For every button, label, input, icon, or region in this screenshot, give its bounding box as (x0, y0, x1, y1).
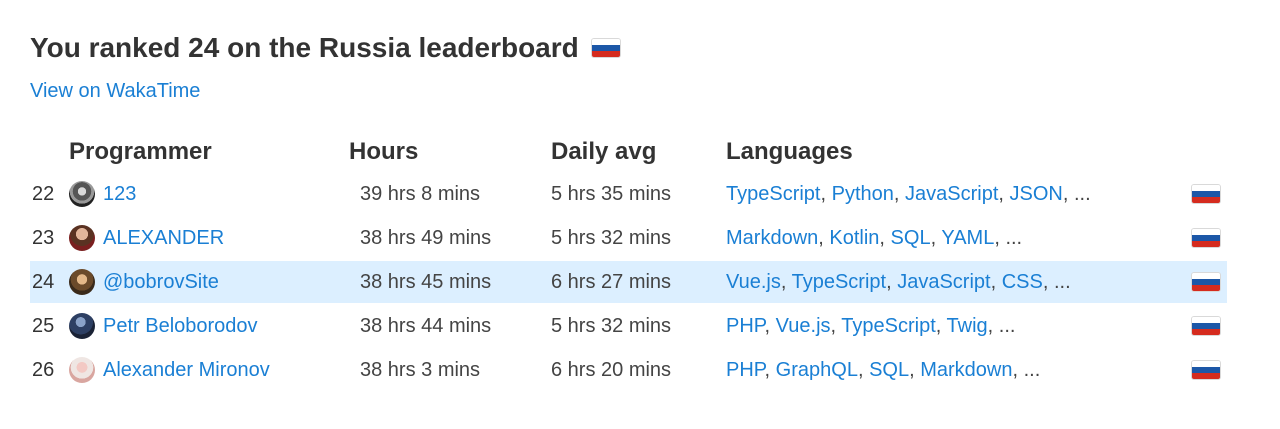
language-separator: , (830, 315, 842, 337)
user-avatar[interactable] (69, 269, 95, 295)
language-link[interactable]: JavaScript (905, 183, 998, 205)
column-header-daily-avg: Daily avg (551, 138, 657, 165)
rank-number: 22 (32, 183, 55, 205)
daily-avg-value: 6 hrs 20 mins (551, 359, 672, 381)
language-link[interactable]: TypeScript (726, 183, 820, 205)
language-separator: , (818, 227, 830, 249)
language-separator: , (857, 359, 870, 381)
language-separator: , (879, 227, 891, 249)
language-separator: , (820, 183, 832, 205)
rank-number: 24 (32, 271, 55, 293)
languages-list: PHP, GraphQL, SQL, Markdown, ... (726, 359, 1040, 382)
more-languages-ellipsis: , ... (1062, 183, 1091, 205)
programmer-name-link[interactable]: Alexander Mironov (103, 359, 270, 382)
daily-avg-value: 6 hrs 27 mins (551, 271, 672, 293)
hours-value: 38 hrs 44 mins (360, 315, 492, 337)
table-header: Programmer Hours Daily avg Languages (0, 138, 1280, 168)
programmer-name-link[interactable]: Petr Beloborodov (103, 315, 258, 338)
language-link[interactable]: Python (832, 183, 894, 205)
more-languages-ellipsis: , ... (994, 227, 1023, 249)
table-row: 26 Alexander Mironov 38 hrs 3 mins 6 hrs 20… (30, 349, 1227, 391)
russia-flag-icon (1191, 228, 1221, 248)
hours-value: 38 hrs 49 mins (360, 227, 492, 249)
rank-number: 23 (32, 227, 55, 249)
programmer-name-link[interactable]: 123 (103, 183, 136, 206)
russia-flag-icon (1191, 272, 1221, 292)
programmer-name-link[interactable]: @bobrovSite (103, 271, 219, 294)
language-link[interactable]: Twig (947, 315, 988, 337)
column-header-hours: Hours (349, 138, 419, 165)
language-separator: , (886, 271, 898, 293)
user-avatar[interactable] (69, 181, 95, 207)
languages-list: Vue.js, TypeScript, JavaScript, CSS, ... (726, 271, 1071, 294)
more-languages-ellipsis: , ... (987, 315, 1016, 337)
language-link[interactable]: TypeScript (792, 271, 886, 293)
user-avatar[interactable] (69, 357, 95, 383)
daily-avg-value: 5 hrs 32 mins (551, 315, 672, 337)
language-separator: , (780, 271, 792, 293)
page-title: You ranked 24 on the Russia leaderboard (30, 32, 621, 64)
language-separator: , (990, 271, 1002, 293)
hours-value: 38 hrs 45 mins (360, 271, 492, 293)
table-row: 23 ALEXANDER 38 hrs 49 mins 5 hrs 32 mins Ma… (30, 217, 1227, 259)
russia-flag-icon (1191, 316, 1221, 336)
language-link[interactable]: PHP (726, 315, 765, 337)
table-row-current-user: 24 @bobrovSite 38 hrs 45 mins 6 hrs 27 mins… (30, 261, 1227, 303)
language-link[interactable]: Markdown (920, 359, 1012, 381)
language-separator: , (998, 183, 1010, 205)
languages-list: TypeScript, Python, JavaScript, JSON, ..… (726, 183, 1091, 206)
languages-list: PHP, Vue.js, TypeScript, Twig, ... (726, 315, 1015, 338)
russia-flag-icon (590, 38, 621, 58)
view-on-wakatime-link[interactable]: View on WakaTime (30, 80, 200, 103)
user-avatar[interactable] (69, 313, 95, 339)
rank-number: 25 (32, 315, 55, 337)
languages-list: Markdown, Kotlin, SQL, YAML, ... (726, 227, 1022, 250)
language-link[interactable]: GraphQL (776, 359, 858, 381)
language-separator: , (930, 227, 942, 249)
language-link[interactable]: JSON (1010, 183, 1063, 205)
language-link[interactable]: PHP (726, 359, 765, 381)
hours-value: 39 hrs 8 mins (360, 183, 481, 205)
russia-flag-icon (1191, 184, 1221, 204)
rank-number: 26 (32, 359, 55, 381)
language-link[interactable]: JavaScript (897, 271, 990, 293)
language-link[interactable]: Vue.js (776, 315, 831, 337)
table-row: 25 Petr Beloborodov 38 hrs 44 mins 5 hrs 32… (30, 305, 1227, 347)
russia-flag-icon (1191, 360, 1221, 380)
language-link[interactable]: YAML (941, 227, 994, 249)
language-link[interactable]: SQL (891, 227, 931, 249)
more-languages-ellipsis: , ... (1042, 271, 1071, 293)
column-header-programmer: Programmer (69, 138, 212, 165)
language-separator: , (935, 315, 947, 337)
language-link[interactable]: SQL (869, 359, 909, 381)
language-link[interactable]: Vue.js (726, 271, 781, 293)
language-separator: , (764, 315, 776, 337)
language-separator: , (909, 359, 921, 381)
hours-value: 38 hrs 3 mins (360, 359, 481, 381)
language-link[interactable]: Kotlin (829, 227, 879, 249)
daily-avg-value: 5 hrs 32 mins (551, 227, 672, 249)
user-avatar[interactable] (69, 225, 95, 251)
column-header-languages: Languages (726, 138, 853, 165)
language-separator: , (764, 359, 776, 381)
programmer-name-link[interactable]: ALEXANDER (103, 227, 224, 250)
daily-avg-value: 5 hrs 35 mins (551, 183, 672, 205)
more-languages-ellipsis: , ... (1012, 359, 1041, 381)
language-separator: , (893, 183, 905, 205)
language-link[interactable]: CSS (1002, 271, 1043, 293)
table-row: 22 123 39 hrs 8 mins 5 hrs 35 mins TypeScrip… (30, 173, 1227, 215)
language-link[interactable]: Markdown (726, 227, 818, 249)
leaderboard-title: You ranked 24 on the Russia leaderboard (30, 32, 579, 63)
language-link[interactable]: TypeScript (841, 315, 935, 337)
